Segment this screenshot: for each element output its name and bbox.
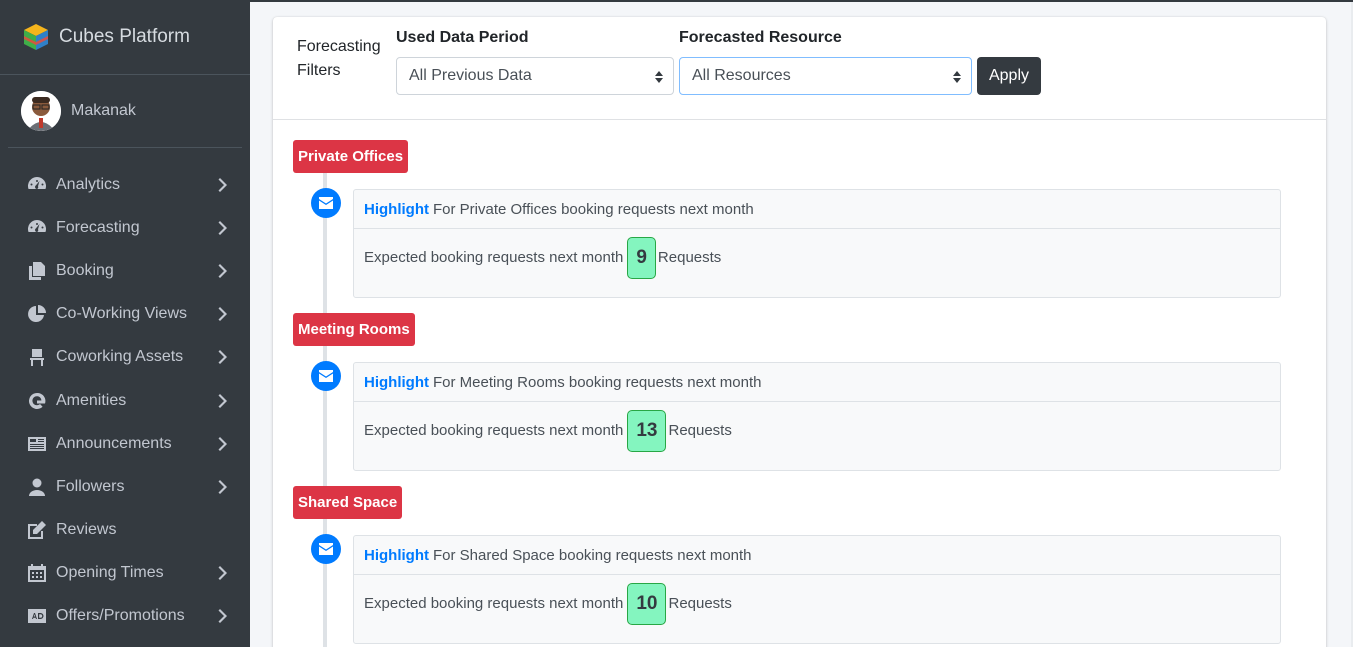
- timeline-item-header-text: For Meeting Rooms booking requests next …: [432, 373, 762, 391]
- chevron-right-icon: [218, 350, 228, 365]
- sidebar-item-offers-promotions[interactable]: Offers/Promotions: [0, 595, 250, 638]
- brand-name: Cubes Platform: [59, 26, 190, 47]
- user-icon: [26, 477, 48, 497]
- sidebar-item-label: Analytics: [56, 175, 121, 193]
- forecast-card: Forecasting Filters Used Data Period All…: [273, 17, 1326, 647]
- envelope-icon: [311, 361, 341, 391]
- sidebar-item-label: Co-Working Views: [56, 305, 188, 323]
- top-border: [0, 0, 1353, 2]
- highlight-label: Highlight: [364, 373, 429, 391]
- sidebar-item-label: Forecasting: [56, 218, 140, 236]
- timeline-item-body: Expected booking requests next month 13 …: [354, 402, 1280, 471]
- select-arrows-icon: [953, 70, 961, 83]
- tachometer-icon: [26, 218, 48, 238]
- filters-title-line1: Forecasting: [297, 38, 381, 55]
- section-label: Private Offices: [293, 140, 409, 173]
- timeline-line: [323, 170, 327, 647]
- sidebar-item-coworking-assets[interactable]: Coworking Assets: [0, 336, 250, 379]
- period-label: Used Data Period: [396, 29, 529, 46]
- timeline-item-header-text: For Private Offices booking requests nex…: [432, 200, 754, 218]
- chevron-right-icon: [218, 220, 228, 235]
- chevron-right-icon: [218, 479, 228, 494]
- filters-title: Forecasting Filters: [297, 35, 387, 83]
- chevron-right-icon: [218, 609, 228, 624]
- timeline-item: Highlight For Shared Space booking reque…: [353, 535, 1281, 644]
- sidebar-item-reviews[interactable]: Reviews: [0, 509, 250, 552]
- timeline-item-header-text: For Shared Space booking requests next m…: [432, 546, 752, 564]
- sidebar-item-opening-times[interactable]: Opening Times: [0, 552, 250, 595]
- highlight-label: Highlight: [364, 546, 429, 564]
- sidebar-item-label: Followers: [56, 477, 125, 495]
- highlight-label: Highlight: [364, 200, 429, 218]
- filters-title-line2: Filters: [297, 62, 341, 79]
- chevron-right-icon: [218, 177, 228, 192]
- edit-icon: [26, 520, 48, 540]
- sidebar-nav: Analytics Forecasting Booking Co-Working…: [0, 148, 250, 638]
- timeline-item-header: Highlight For Meeting Rooms booking requ…: [354, 363, 1280, 402]
- period-select[interactable]: All Previous Data: [396, 57, 674, 95]
- calendar-icon: [26, 563, 48, 583]
- forecast-value-badge: 9: [627, 236, 656, 279]
- resource-select-value: All Resources: [692, 67, 791, 84]
- sidebar: Cubes Platform Makanak Analytics Forecas…: [0, 0, 250, 647]
- brand[interactable]: Cubes Platform: [0, 0, 250, 75]
- user-panel[interactable]: Makanak: [8, 75, 242, 148]
- timeline-item-body: Expected booking requests next month 10 …: [354, 575, 1280, 644]
- sidebar-item-forecasting[interactable]: Forecasting: [0, 206, 250, 249]
- sidebar-item-label: Reviews: [56, 521, 117, 539]
- timeline-item: Highlight For Private Offices booking re…: [353, 189, 1281, 298]
- envelope-icon: [311, 534, 341, 564]
- sidebar-item-booking[interactable]: Booking: [0, 249, 250, 292]
- expected-text: Expected booking requests next month: [364, 249, 624, 266]
- ad-icon: [26, 606, 48, 626]
- forecast-value-badge: 10: [627, 582, 667, 625]
- resource-label: Forecasted Resource: [679, 29, 842, 46]
- tachometer-icon: [26, 175, 48, 195]
- forecast-value-badge: 13: [627, 409, 667, 452]
- resource-select[interactable]: All Resources: [679, 57, 972, 95]
- apply-button[interactable]: Apply: [977, 57, 1041, 95]
- user-name: Makanak: [71, 102, 136, 119]
- sidebar-item-announcements[interactable]: Announcements: [0, 422, 250, 465]
- sidebar-item-label: Opening Times: [56, 564, 164, 582]
- sidebar-item-label: Offers/Promotions: [56, 607, 185, 625]
- period-select-value: All Previous Data: [409, 67, 532, 84]
- chevron-right-icon: [218, 436, 228, 451]
- requests-text: Requests: [668, 422, 732, 439]
- requests-text: Requests: [668, 595, 732, 612]
- amenities-icon: [26, 391, 48, 411]
- chevron-right-icon: [218, 263, 228, 278]
- expected-text: Expected booking requests next month: [364, 595, 624, 612]
- sidebar-item-label: Announcements: [56, 434, 172, 452]
- requests-text: Requests: [657, 249, 722, 266]
- chair-icon: [26, 347, 48, 367]
- timeline-item: Highlight For Meeting Rooms booking requ…: [353, 362, 1281, 471]
- section-label: Shared Space: [293, 486, 403, 519]
- expected-text: Expected booking requests next month: [364, 422, 624, 439]
- newspaper-icon: [26, 434, 48, 454]
- chevron-right-icon: [218, 307, 228, 322]
- envelope-icon: [311, 188, 341, 218]
- timeline-item-header: Highlight For Shared Space booking reque…: [354, 536, 1280, 575]
- sidebar-item-co-working-views[interactable]: Co-Working Views: [0, 293, 250, 336]
- sidebar-item-followers[interactable]: Followers: [0, 465, 250, 508]
- avatar[interactable]: [21, 91, 61, 131]
- main-content: Forecasting Filters Used Data Period All…: [250, 2, 1353, 647]
- sidebar-item-amenities[interactable]: Amenities: [0, 379, 250, 422]
- section-label: Meeting Rooms: [293, 313, 415, 346]
- pie-chart-icon: [26, 304, 48, 324]
- chevron-right-icon: [218, 566, 228, 581]
- sidebar-item-label: Coworking Assets: [56, 348, 184, 366]
- chevron-right-icon: [218, 393, 228, 408]
- copy-icon: [26, 261, 48, 281]
- timeline-item-body: Expected booking requests next month 9 R…: [354, 229, 1280, 298]
- cubes-logo-icon: [21, 22, 51, 52]
- sidebar-item-label: Amenities: [56, 391, 127, 409]
- select-arrows-icon: [655, 70, 663, 83]
- timeline-item-header: Highlight For Private Offices booking re…: [354, 190, 1280, 229]
- sidebar-item-analytics[interactable]: Analytics: [0, 163, 250, 206]
- sidebar-item-label: Booking: [56, 261, 114, 279]
- filters-header: Forecasting Filters Used Data Period All…: [273, 17, 1326, 120]
